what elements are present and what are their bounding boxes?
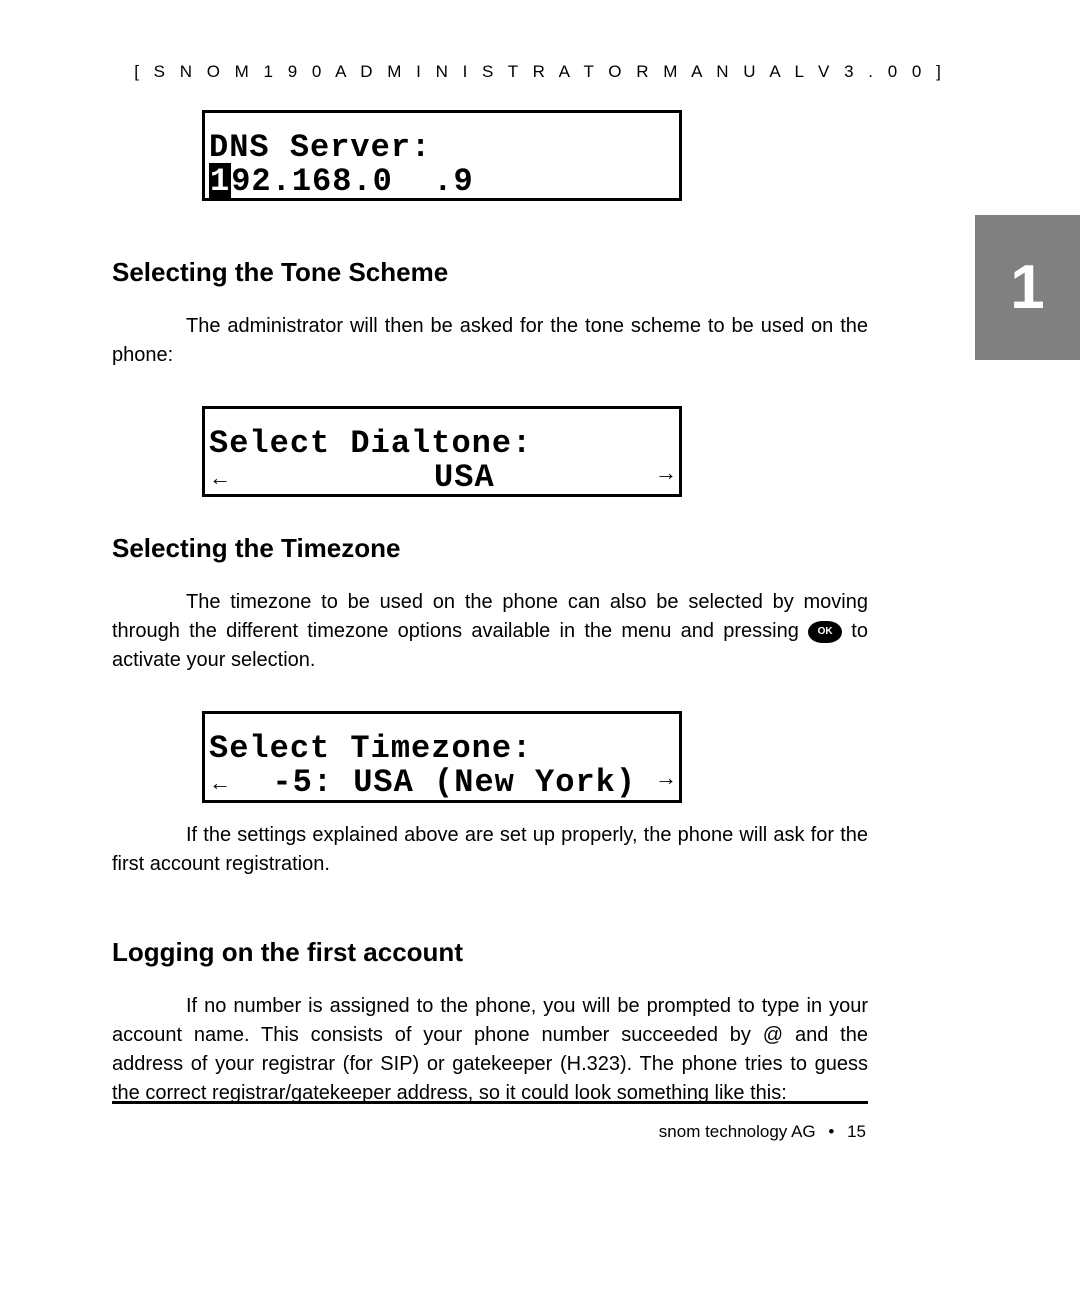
- cursor-char: 1: [209, 163, 231, 200]
- lcd-dns-server: DNS Server: 192.168.0 .9: [202, 110, 682, 201]
- lcd2-line-2: ← USA →: [209, 461, 675, 495]
- chapter-number: 1: [1010, 252, 1044, 323]
- para-after-lcd3: If the settings explained above are set …: [112, 821, 868, 879]
- heading-timezone: Selecting the Timezone: [112, 533, 868, 564]
- lcd-select-timezone: Select Timezone: ← -5: USA (New York) →: [202, 711, 682, 802]
- heading-tone-scheme: Selecting the Tone Scheme: [112, 257, 868, 288]
- lcd3-value: -5: USA (New York): [232, 764, 636, 801]
- lcd-line-1: DNS Server:: [209, 131, 675, 165]
- para-timezone: The timezone to be used on the phone can…: [112, 588, 868, 675]
- lcd-line-2: 192.168.0 .9: [209, 165, 675, 199]
- ok-button-icon: OK: [808, 621, 842, 643]
- lcd3-line-1: Select Timezone:: [209, 732, 675, 766]
- footer-dot: •: [820, 1122, 842, 1141]
- para-first-account: If no number is assigned to the phone, y…: [112, 992, 868, 1108]
- header-text: [ S N O M 1 9 0 A D M I N I S T R A T O …: [134, 62, 946, 81]
- heading-first-account: Logging on the first account: [112, 937, 868, 968]
- para-after-lcd3-text: If the settings explained above are set …: [112, 824, 868, 875]
- page-content: DNS Server: 192.168.0 .9 Selecting the T…: [112, 110, 868, 1108]
- chapter-tab: 1: [975, 215, 1080, 360]
- para-first-account-text: If no number is assigned to the phone, y…: [112, 995, 868, 1104]
- right-arrow-icon: →: [655, 766, 675, 789]
- para-tone-scheme: The administrator will then be asked for…: [112, 312, 868, 370]
- footer-page-number: 15: [847, 1122, 866, 1141]
- page-header: [ S N O M 1 9 0 A D M I N I S T R A T O …: [0, 62, 1080, 82]
- footer-rule: [112, 1101, 868, 1104]
- para-tone-scheme-text: The administrator will then be asked for…: [112, 315, 868, 366]
- lcd-line-2-rest: 92.168.0 .9: [231, 163, 473, 200]
- right-arrow-icon: →: [655, 461, 675, 484]
- left-arrow-icon: ←: [209, 465, 232, 490]
- para-tz-before: The timezone to be used on the phone can…: [112, 591, 868, 642]
- page-footer: snom technology AG • 15: [659, 1122, 866, 1142]
- lcd2-value: USA: [232, 459, 495, 496]
- footer-company: snom technology AG: [659, 1122, 816, 1141]
- lcd-select-dialtone: Select Dialtone: ← USA →: [202, 406, 682, 497]
- lcd3-line-2: ← -5: USA (New York) →: [209, 766, 675, 800]
- lcd2-line-1: Select Dialtone:: [209, 427, 675, 461]
- left-arrow-icon: ←: [209, 770, 232, 795]
